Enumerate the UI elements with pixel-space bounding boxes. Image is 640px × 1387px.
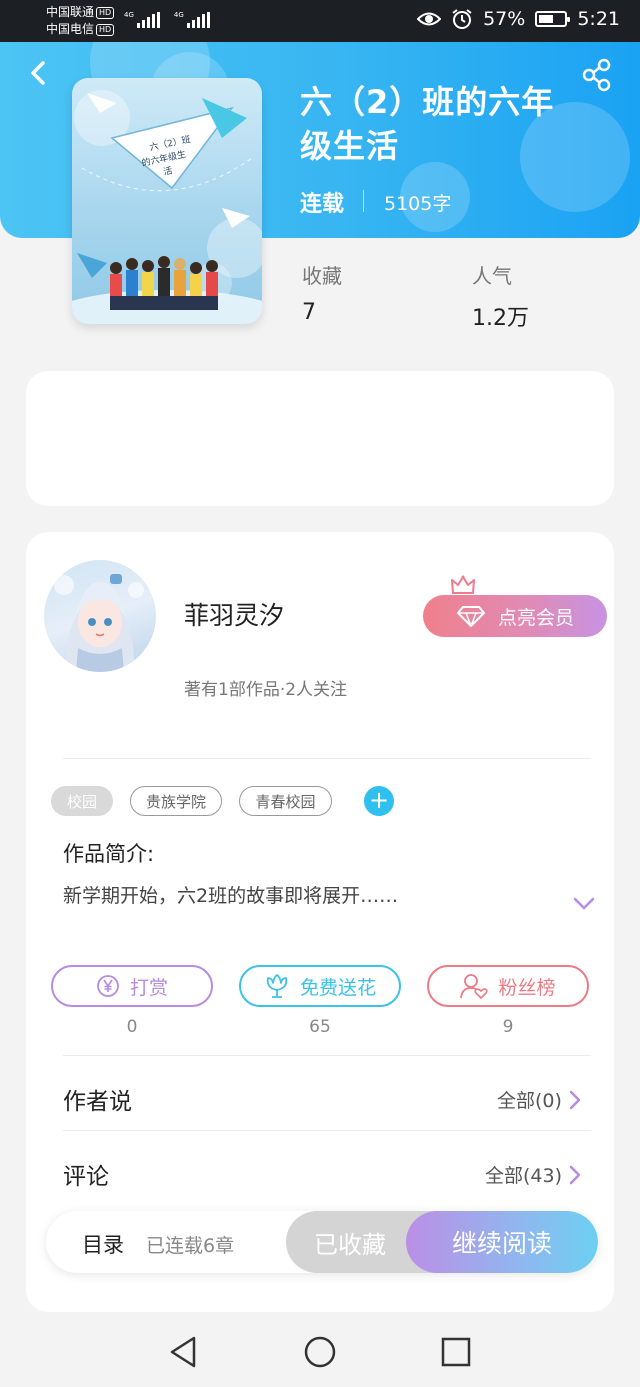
cover-illustration: 六（2）班 的六年级生 活 (72, 90, 262, 324)
carrier-2: 中国电信 (46, 22, 95, 36)
word-count: 5105字 (384, 193, 452, 215)
chevron-right-icon (569, 1165, 581, 1184)
favorites-label: 收藏 (302, 264, 342, 288)
tag-noble-academy[interactable]: 贵族学院 (130, 786, 222, 816)
popularity-value: 1.2万 (472, 306, 529, 331)
favorited-label: 已收藏 (314, 1230, 386, 1259)
continue-reading-button[interactable]: 继续阅读 (406, 1211, 598, 1273)
back-chevron-icon[interactable] (24, 58, 54, 88)
network-type: 4G (124, 11, 134, 19)
flower-count: 65 (309, 1017, 331, 1037)
continue-reading-label: 继续阅读 (451, 1229, 552, 1258)
reading-action-bar: 目录 已连载6章 已收藏 继续阅读 (46, 1211, 598, 1273)
book-title: 六（2）班的六年级生活 (300, 83, 555, 165)
reward-button[interactable]: 打赏 (51, 965, 213, 1007)
status-divider (363, 190, 364, 212)
hd-badge: HD (96, 6, 115, 19)
battery-level (539, 15, 553, 23)
fan-ranking-label: 粉丝榜 (498, 976, 556, 999)
avatar-illustration (54, 574, 144, 672)
tag-youth-campus[interactable]: 青春校园 (239, 786, 332, 816)
back-triangle-icon[interactable] (166, 1334, 202, 1370)
author-says-title: 作者说 (63, 1089, 132, 1115)
status-right: 57% 5:21 (417, 8, 620, 30)
vip-button[interactable]: 点亮会员 (423, 595, 607, 637)
author-says-count: 全部(0) (497, 1090, 562, 1112)
signal-icons: 4G 4G (124, 12, 210, 28)
comments-all-link[interactable]: 全部(43) (485, 1161, 582, 1188)
chevron-right-icon (569, 1090, 581, 1109)
home-circle-icon[interactable] (302, 1334, 338, 1370)
battery-percent: 57% (483, 8, 526, 30)
system-nav-bar (0, 1318, 640, 1387)
serial-status: 连载 (300, 192, 345, 217)
chapter-count: 已连载6章 (146, 1235, 235, 1257)
signal-icon: 4G (124, 12, 160, 28)
carrier-info: 中国联通 HD 中国电信 HD (46, 4, 115, 38)
battery-icon (535, 11, 571, 27)
clock: 5:21 (577, 8, 620, 30)
send-flower-button[interactable]: 免费送花 (239, 965, 401, 1007)
fan-ranking-button[interactable]: 粉丝榜 (427, 965, 589, 1007)
author-says-all-link[interactable]: 全部(0) (497, 1086, 582, 1113)
reward-count: 0 (126, 1017, 138, 1037)
book-cover[interactable]: 六（2）班 的六年级生 活 (72, 78, 262, 324)
alarm-icon (452, 9, 472, 29)
fan-count: 9 (502, 1017, 514, 1037)
favorites-value: 7 (302, 300, 316, 325)
divider (63, 1130, 591, 1131)
author-avatar[interactable] (44, 560, 156, 672)
toc-button[interactable]: 目录 (82, 1229, 124, 1259)
crown-icon (451, 575, 475, 594)
divider (63, 1055, 591, 1056)
flower-icon (266, 974, 288, 998)
chevron-down-icon[interactable] (572, 896, 596, 912)
intro-text: 新学期开始，六2班的故事即将展开…… (63, 885, 399, 907)
send-flower-label: 免费送花 (299, 976, 376, 999)
eye-icon (417, 12, 442, 26)
signal-icon: 4G (174, 12, 210, 28)
tag-campus[interactable]: 校园 (51, 786, 113, 816)
hd-badge: HD (96, 23, 115, 36)
author-meta: 著有1部作品·2人关注 (184, 680, 348, 700)
intro-title: 作品简介: (63, 842, 155, 866)
diamond-icon (456, 606, 485, 627)
network-type: 4G (173, 11, 184, 19)
divider (63, 758, 591, 759)
recents-square-icon[interactable] (438, 1334, 474, 1370)
comments-title: 评论 (63, 1164, 109, 1190)
fan-user-icon (460, 974, 489, 999)
reward-label: 打赏 (129, 976, 168, 999)
carrier-1: 中国联通 (46, 5, 95, 19)
author-name[interactable]: 菲羽灵汐 (184, 596, 284, 632)
share-icon[interactable] (580, 58, 614, 92)
yen-icon (97, 975, 119, 997)
status-bar: 中国联通 HD 中国电信 HD 4G 4G 57% 5:21 (0, 0, 640, 42)
popularity-label: 人气 (472, 264, 512, 288)
banner-card (26, 371, 614, 506)
add-tag-button[interactable]: + (364, 786, 394, 816)
comments-count: 全部(43) (485, 1165, 563, 1187)
vip-button-label: 点亮会员 (497, 606, 574, 629)
